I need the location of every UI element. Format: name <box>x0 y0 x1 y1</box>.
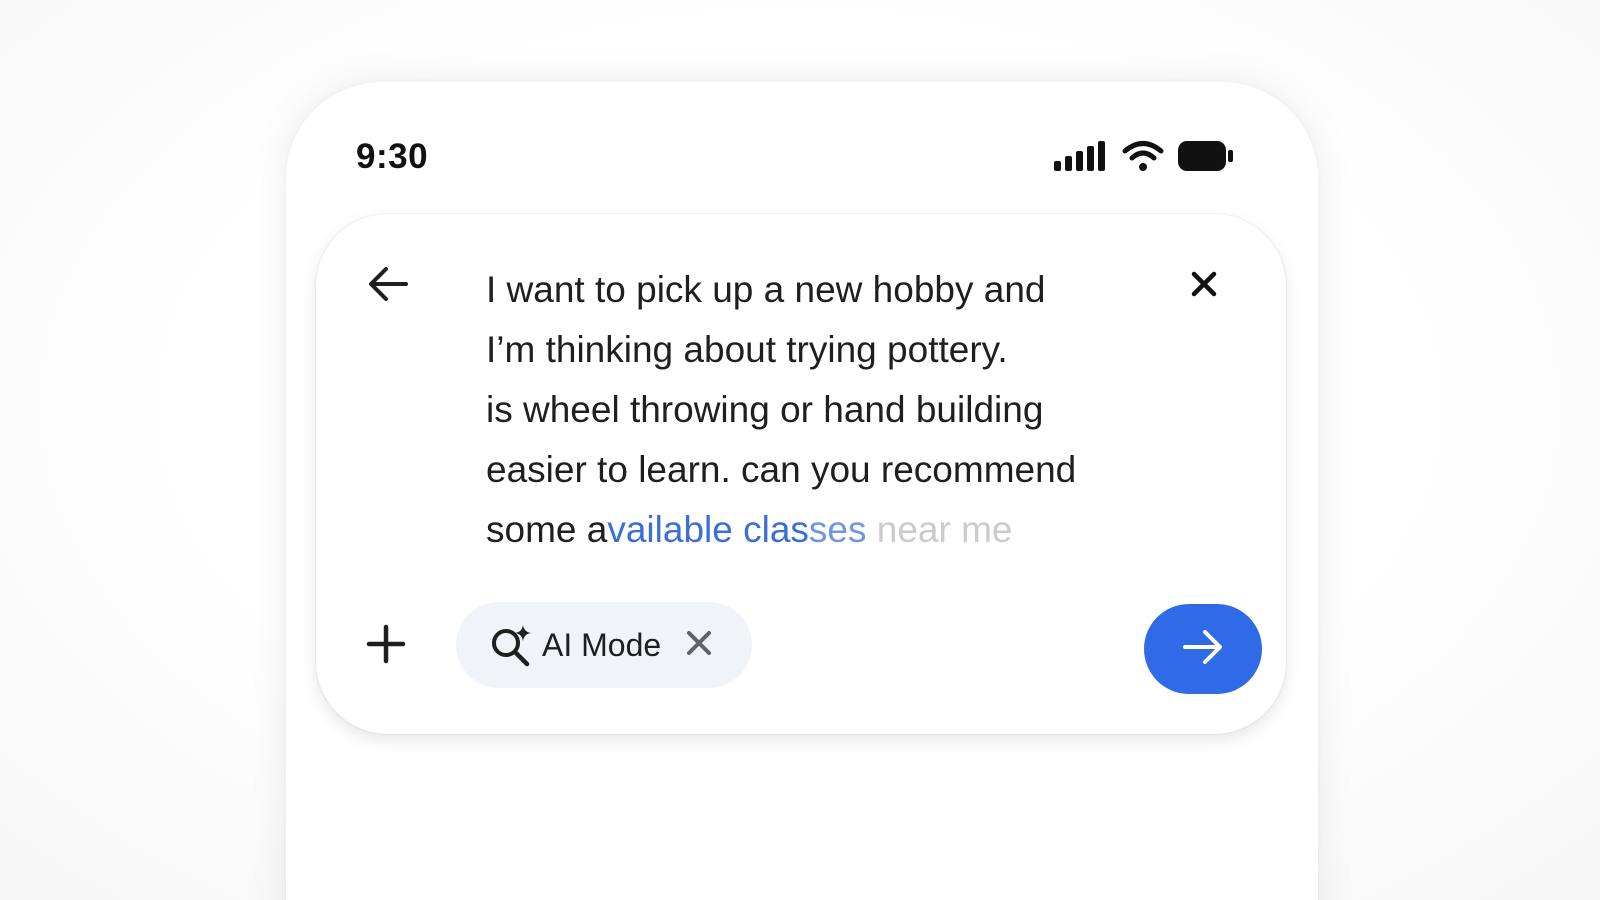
battery-icon <box>1178 140 1234 177</box>
phone-frame: 9:30 I want to pick up a new hobby and I… <box>286 82 1318 900</box>
remove-ai-mode-button[interactable] <box>683 629 715 661</box>
query-line: is wheel throwing or hand building <box>486 389 1044 430</box>
send-button[interactable] <box>1144 604 1262 694</box>
close-icon <box>686 630 712 661</box>
cellular-signal-icon <box>1054 140 1108 176</box>
status-icons <box>1054 140 1234 176</box>
query-line-typing: some available classes near me <box>486 500 1166 560</box>
query-line: I want to pick up a new hobby and <box>486 269 1046 310</box>
query-line: easier to learn. can you recommend <box>486 449 1077 490</box>
status-bar: 9:30 <box>286 82 1318 232</box>
search-card: I want to pick up a new hobby and I’m th… <box>316 214 1286 734</box>
ai-mode-label: AI Mode <box>542 626 662 663</box>
ai-mode-chip[interactable]: AI Mode <box>456 602 752 688</box>
typed-text: some a <box>486 509 608 550</box>
back-button[interactable] <box>364 262 412 310</box>
wifi-icon <box>1122 140 1164 177</box>
typing-text-grey: near me <box>866 509 1013 550</box>
close-icon <box>1190 270 1218 303</box>
typing-text-blue-soft: ses <box>808 509 867 550</box>
status-time: 9:30 <box>356 137 429 176</box>
stage: 9:30 I want to pick up a new hobby and I… <box>0 0 1600 900</box>
clear-query-button[interactable] <box>1186 268 1222 304</box>
search-query-input[interactable]: I want to pick up a new hobby and I’m th… <box>486 260 1166 560</box>
query-line: I’m thinking about trying pottery. <box>486 329 1008 370</box>
search-sparkle-icon <box>488 622 534 668</box>
typing-text-blue: vailable clas <box>607 509 809 550</box>
arrow-left-icon <box>366 264 410 309</box>
add-attachment-button[interactable] <box>362 622 410 670</box>
arrow-right-icon <box>1181 627 1225 672</box>
plus-icon <box>366 624 406 669</box>
